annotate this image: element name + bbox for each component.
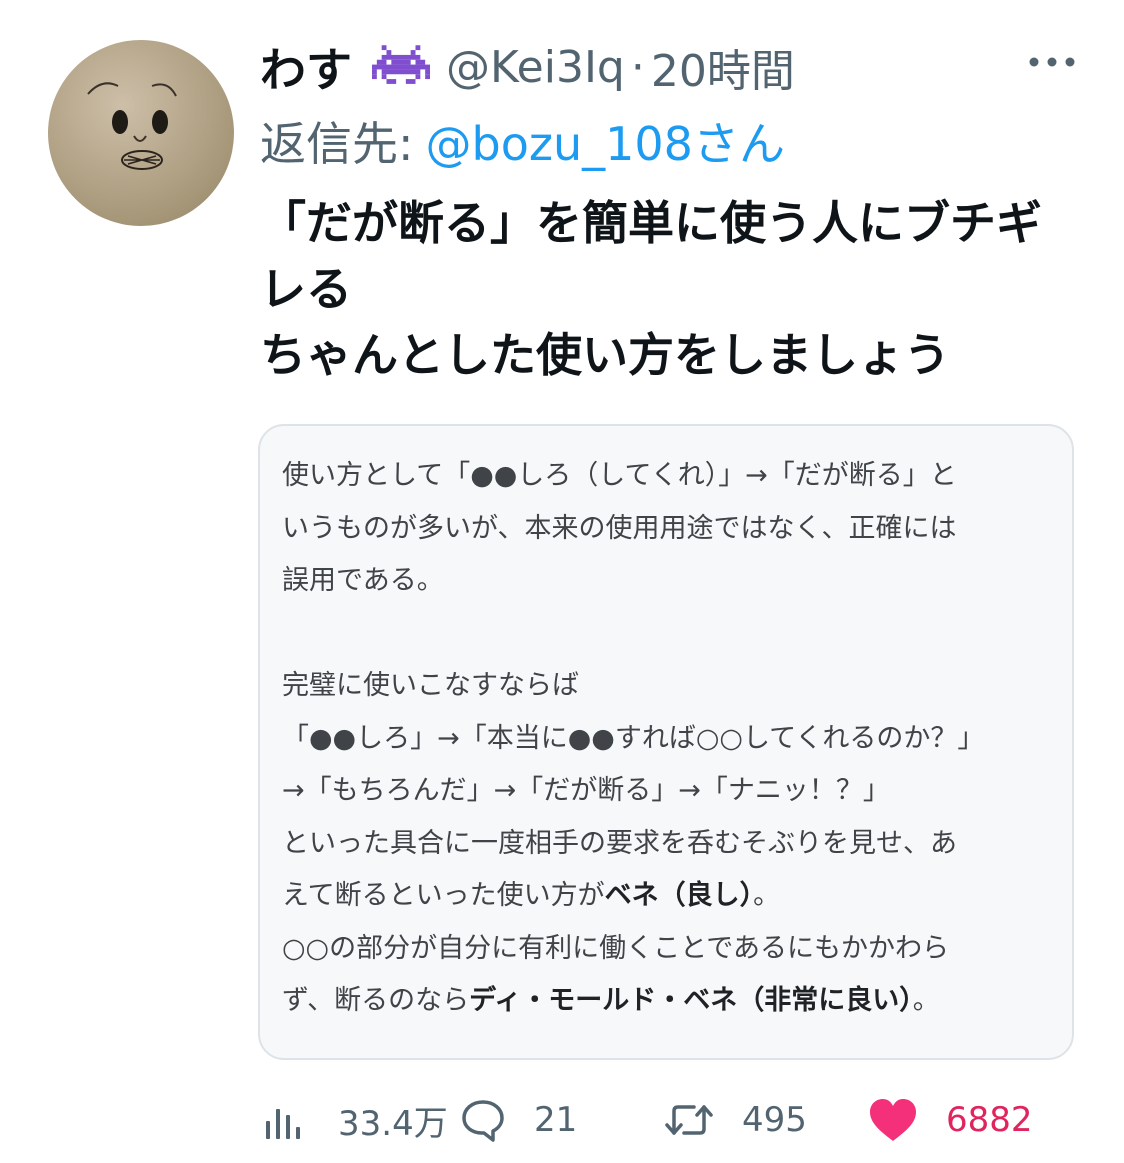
attached-text-bold: ディ・モールド・ベネ（非常に良い）: [469, 985, 913, 1016]
heart-icon: [868, 1097, 918, 1143]
attached-text-line: →「もちろんだ」→「だが断る」→「ナニッ！？」: [282, 775, 890, 806]
views-count: 33.4万: [338, 1103, 448, 1144]
attached-text-line: 使い方として「●●しろ（してくれ）」→「だが断る」と: [282, 460, 957, 491]
tweet-text-line: 「だが断る」を簡単に使う人にブチギ: [260, 196, 1042, 250]
tweet-header: わす @Kei3Iq · 20時間: [260, 34, 795, 100]
display-name[interactable]: わす: [260, 34, 352, 100]
like-count: 6882: [946, 1100, 1033, 1140]
reply-target-link[interactable]: @bozu_108さん: [426, 117, 785, 171]
attached-text-segment: 。: [912, 985, 940, 1016]
like-button[interactable]: 6882: [868, 1092, 1033, 1148]
reply-button[interactable]: 21: [460, 1092, 577, 1148]
avatar-image: [87, 82, 177, 170]
tweet-container: わす @Kei3Iq · 20時間 返信先: @bozu_108さん 「だが断る…: [0, 0, 1124, 1163]
attached-text-segment: 。: [753, 880, 781, 911]
views-button[interactable]: 33.4万: [262, 1092, 448, 1148]
reply-prefix: 返信先:: [260, 117, 414, 171]
action-bar: 33.4万 21 495 6882: [262, 1092, 1062, 1148]
reply-context: 返信先: @bozu_108さん: [260, 108, 785, 174]
attached-text-line: 完璧に使いこなすならば: [282, 670, 579, 701]
attached-text-bold: ベネ（良し）: [604, 880, 754, 911]
attached-text-line: ず、断るのならディ・モールド・ベネ（非常に良い）。: [282, 975, 1054, 1028]
attached-text-line: えて断るといった使い方がベネ（良し）。: [282, 870, 1054, 923]
separator-dot: ·: [630, 41, 645, 93]
retweet-count: 495: [742, 1100, 807, 1140]
attached-text-line: 誤用である。: [282, 565, 444, 596]
views-chart-icon: [262, 1097, 308, 1143]
user-handle[interactable]: @Kei3Iq: [446, 42, 625, 93]
attached-text-line: いうものが多いが、本来の使用用途ではなく、正確には: [282, 512, 957, 544]
tweet-text: 「だが断る」を簡単に使う人にブチギ レる ちゃんとした使い方をしましょう: [260, 190, 1080, 388]
avatar[interactable]: [48, 40, 234, 226]
attached-text-segment: えて断るといった使い方が: [282, 880, 605, 911]
alien-monster-icon: [372, 44, 430, 90]
timestamp[interactable]: 20時間: [651, 35, 795, 99]
attached-text-body: 使い方として「●●しろ（してくれ）」→「だが断る」と いうものが多いが、本来の使…: [282, 450, 1054, 1028]
attached-text-line: ○○の部分が自分に有利に働くことであるにもかかわら: [282, 932, 950, 964]
tweet-text-line: ちゃんとした使い方をしましょう: [260, 328, 950, 382]
reply-count: 21: [534, 1100, 578, 1140]
reply-bubble-icon: [460, 1097, 506, 1143]
more-options-icon[interactable]: [1028, 54, 1076, 70]
retweet-icon: [664, 1097, 714, 1143]
attached-text-segment: ず、断るのなら: [282, 985, 470, 1016]
attached-text-line: といった具合に一度相手の要求を呑むそぶりを見せ、あ: [282, 827, 957, 859]
attached-text-line: 「●●しろ」→「本当に●●すれば○○してくれるのか？」: [282, 722, 985, 754]
tweet-text-line: レる: [260, 262, 352, 316]
attached-text-image[interactable]: 使い方として「●●しろ（してくれ）」→「だが断る」と いうものが多いが、本来の使…: [258, 424, 1074, 1060]
retweet-button[interactable]: 495: [664, 1092, 807, 1148]
